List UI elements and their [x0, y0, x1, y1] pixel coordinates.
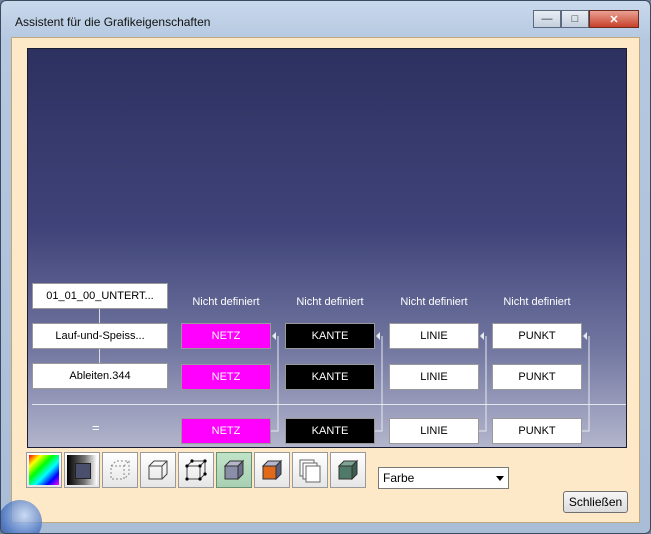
- minimize-icon: —: [541, 13, 553, 25]
- green-cube-button[interactable]: [330, 452, 366, 488]
- green-cube-icon: [337, 459, 359, 481]
- orange-face-cube-icon: [261, 459, 283, 481]
- window-title: Assistent für die Grafikeigenschaften: [15, 15, 211, 29]
- layers-icon: [299, 459, 321, 483]
- connector-arrows: [271, 332, 590, 432]
- shaded-cube-button[interactable]: [64, 452, 100, 488]
- wire-cube-icon: [148, 460, 168, 480]
- vertex-cube-button[interactable]: [178, 452, 214, 488]
- title-bar[interactable]: Assistent für die Grafikeigenschaften — …: [1, 1, 650, 37]
- wire-cube-button[interactable]: [140, 452, 176, 488]
- close-button[interactable]: Schließen: [563, 491, 628, 513]
- color-spectrum-icon: [29, 455, 59, 485]
- maximize-icon: □: [571, 13, 579, 25]
- dashed-cube-icon: [110, 460, 130, 480]
- close-icon: ✕: [609, 13, 619, 26]
- graphic-properties-wizard-window: Assistent für die Grafikeigenschaften — …: [0, 0, 651, 534]
- graph-viewer[interactable]: Nicht definiert Nicht definiert Nicht de…: [27, 48, 627, 448]
- orange-face-cube-button[interactable]: [254, 452, 290, 488]
- solid-cube-icon: [223, 459, 245, 481]
- minimize-button[interactable]: —: [533, 10, 561, 28]
- shaded-cube-icon: [67, 455, 97, 485]
- close-window-button[interactable]: ✕: [589, 10, 639, 28]
- maximize-button[interactable]: □: [561, 10, 589, 28]
- dropdown-value: Farbe: [383, 471, 415, 485]
- color-spectrum-button[interactable]: [26, 452, 62, 488]
- globe-icon: [1, 500, 42, 533]
- vertex-cube-icon: [185, 459, 207, 481]
- chevron-down-icon: [496, 476, 504, 481]
- layers-button[interactable]: [292, 452, 328, 488]
- property-dropdown[interactable]: Farbe: [378, 467, 509, 489]
- dashed-cube-button[interactable]: [102, 452, 138, 488]
- solid-cube-button[interactable]: [216, 452, 252, 488]
- dialog-body: Nicht definiert Nicht definiert Nicht de…: [1, 37, 640, 533]
